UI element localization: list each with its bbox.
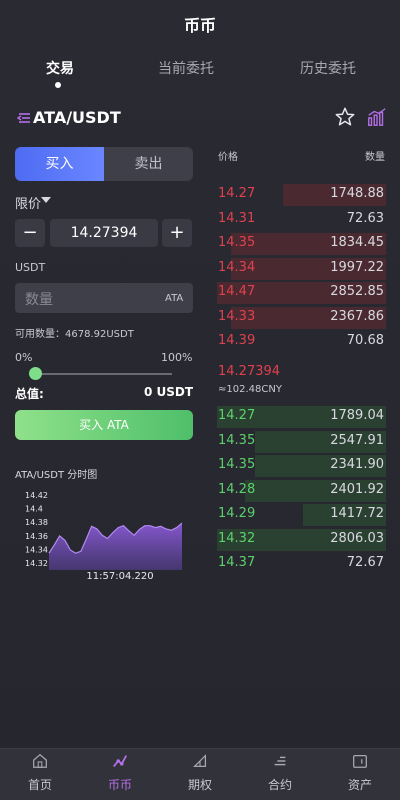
- total-label: 总值:: [15, 387, 44, 401]
- last-price-cny: ≈102.48CNY: [218, 384, 282, 395]
- chart-time-label: 11:57:04.220: [86, 571, 153, 582]
- ask-row[interactable]: 14.34 1997.22: [214, 257, 386, 282]
- bid-price: 14.27: [218, 408, 256, 423]
- bid-qty: 2806.03: [330, 530, 384, 546]
- ask-price: 14.39: [218, 333, 256, 348]
- ask-row[interactable]: 14.35 1834.45: [214, 233, 386, 257]
- bid-row[interactable]: 14.35 2341.90: [214, 455, 386, 479]
- bid-price: 14.37: [218, 555, 256, 570]
- last-price: 14.27394: [218, 364, 281, 379]
- bid-row[interactable]: 14.32 2806.03: [214, 528, 386, 553]
- coin-icon: [113, 755, 128, 767]
- nav-assets-label: 资产: [347, 778, 372, 792]
- nav-home-label: 首页: [27, 778, 52, 792]
- bid-qty: 1789.04: [330, 408, 384, 423]
- y-tick-label: 14.36: [25, 532, 48, 541]
- bid-row[interactable]: 14.35 2547.91: [214, 430, 386, 455]
- nav-home[interactable]: 首页: [10, 752, 70, 793]
- nav-contract[interactable]: 合约: [250, 752, 310, 793]
- bid-price: 14.32: [218, 530, 256, 546]
- page-title: 币币: [183, 16, 216, 35]
- y-tick-label: 14.38: [25, 518, 48, 527]
- price-increase-button[interactable]: +: [162, 219, 192, 247]
- bid-qty: 2401.92: [330, 481, 384, 497]
- slider-handle[interactable]: [29, 367, 42, 380]
- slider-min-label: 0%: [15, 351, 33, 364]
- ask-row[interactable]: 14.47 2852.85: [214, 282, 386, 306]
- bid-qty: 72.67: [346, 555, 384, 570]
- y-tick-label: 14.4: [25, 505, 43, 514]
- ask-row[interactable]: 14.39 70.68: [214, 331, 386, 355]
- bid-row[interactable]: 14.28 2401.92: [214, 479, 386, 504]
- options-icon: [193, 754, 207, 768]
- nav-contract-label: 合约: [267, 778, 292, 792]
- time-sharing-chart: 14.42 14.4 14.38 14.36 14.34 14.32 11:57:04.2…: [25, 491, 183, 582]
- orderbook-price-header: 价格: [218, 152, 238, 163]
- price-decrease-button[interactable]: −: [15, 219, 45, 247]
- bid-qty: 2547.91: [330, 432, 384, 448]
- bid-qty: 2341.90: [330, 457, 384, 472]
- total-value: 0 USDT: [143, 385, 193, 399]
- home-icon: [33, 753, 47, 768]
- ask-row[interactable]: 14.33 2367.86: [214, 306, 386, 331]
- ask-qty: 2852.85: [330, 284, 384, 299]
- nav-coin[interactable]: 币币: [90, 752, 150, 793]
- ask-price: 14.31: [218, 210, 256, 226]
- buy-tab-button[interactable]: 买入: [15, 147, 104, 181]
- amount-slider[interactable]: [35, 373, 172, 375]
- ask-qty: 70.68: [346, 333, 384, 348]
- ask-price: 14.33: [218, 308, 256, 324]
- bid-price: 14.29: [218, 506, 256, 521]
- nav-options-label: 期权: [187, 778, 212, 792]
- y-tick-label: 14.42: [25, 491, 48, 500]
- orderbook-qty-header: 数量: [365, 152, 385, 163]
- buy-submit-button[interactable]: 买入 ATA: [15, 410, 193, 440]
- ask-price: 14.34: [218, 259, 256, 275]
- chevron-down-icon[interactable]: [41, 197, 51, 203]
- nav-coin-label: 币币: [107, 778, 132, 792]
- ask-row[interactable]: 14.31 72.63: [214, 209, 386, 233]
- ask-row[interactable]: 14.27 1748.88: [214, 184, 386, 208]
- pair-name[interactable]: ATA/USDT: [33, 108, 121, 127]
- ask-qty: 2367.86: [330, 308, 384, 324]
- ask-price: 14.47: [218, 284, 256, 299]
- quote-currency-label: USDT: [15, 261, 46, 274]
- contract-icon: [274, 756, 286, 766]
- ask-qty: 1997.22: [330, 259, 384, 275]
- nav-assets[interactable]: 资产: [330, 752, 390, 793]
- quantity-placeholder: 数量: [25, 292, 53, 308]
- available-balance: 可用数量：4678.92USDT: [15, 329, 134, 340]
- order-type-select[interactable]: 限价: [15, 193, 41, 212]
- sell-tab-button[interactable]: 卖出: [104, 147, 193, 181]
- ask-price: 14.27: [218, 186, 256, 201]
- price-input[interactable]: 14.27394: [50, 219, 158, 247]
- bid-price: 14.35: [218, 432, 256, 448]
- ask-qty: 1834.45: [330, 235, 384, 250]
- active-tab-indicator: [55, 82, 61, 88]
- quantity-unit: ATA: [165, 293, 184, 304]
- kline-chart-icon[interactable]: [366, 106, 388, 128]
- bid-price: 14.35: [218, 457, 256, 472]
- wallet-icon: [353, 754, 367, 768]
- mini-chart-title: ATA/USDT 分时图: [15, 470, 98, 481]
- ask-price: 14.35: [218, 235, 256, 250]
- star-icon[interactable]: [334, 106, 356, 128]
- tab-trade[interactable]: 交易: [0, 58, 120, 78]
- y-tick-label: 14.34: [25, 545, 48, 554]
- bid-row[interactable]: 14.29 1417.72: [214, 504, 386, 528]
- slider-max-label: 100%: [161, 351, 193, 364]
- switch-pair-icon[interactable]: [16, 110, 32, 126]
- ask-qty: 1748.88: [330, 186, 384, 201]
- y-tick-label: 14.32: [25, 559, 48, 568]
- bid-row[interactable]: 14.27 1789.04: [214, 406, 386, 430]
- bid-row[interactable]: 14.37 72.67: [214, 553, 386, 577]
- tab-open-orders[interactable]: 当前委托: [126, 58, 246, 78]
- nav-options[interactable]: 期权: [170, 752, 230, 793]
- ask-qty: 72.63: [346, 210, 384, 226]
- tab-order-history[interactable]: 历史委托: [268, 58, 388, 78]
- bid-price: 14.28: [218, 481, 256, 497]
- bid-qty: 1417.72: [330, 506, 384, 521]
